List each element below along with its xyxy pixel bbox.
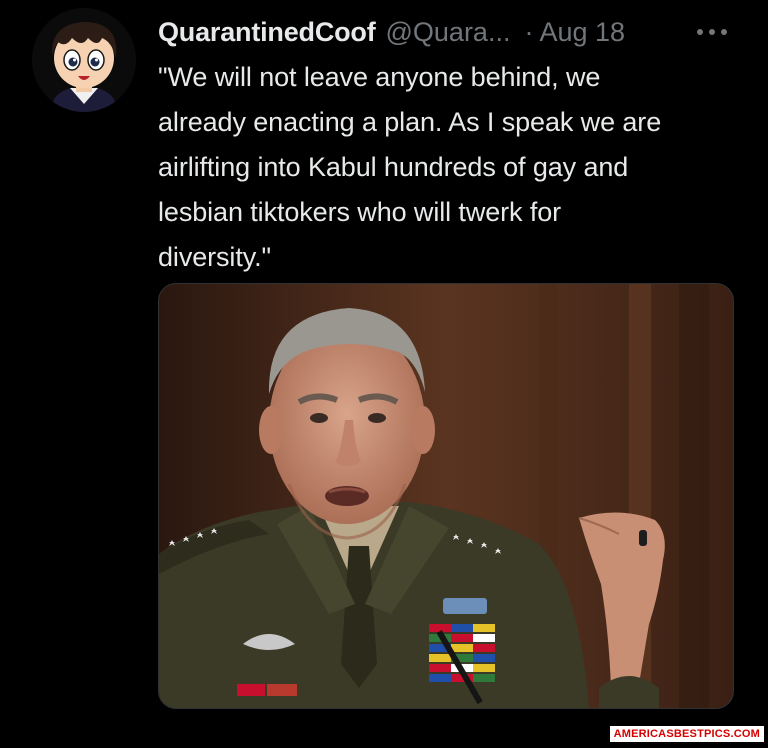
photo-military-officer: [159, 284, 733, 708]
tweet-date[interactable]: Aug 18: [539, 17, 625, 48]
watermark: AMERICASBESTPICS.COM: [609, 726, 764, 742]
more-options-button[interactable]: [690, 18, 734, 46]
avatar[interactable]: [32, 8, 136, 112]
anime-character-avatar: [32, 8, 136, 112]
tweet-header: QuarantinedCoof @Quara... · Aug 18: [158, 12, 625, 52]
user-handle[interactable]: @Quara...: [386, 17, 511, 48]
tweet-text: "We will not leave anyone behind, we alr…: [158, 62, 662, 272]
more-horizontal-icon: [697, 29, 727, 35]
display-name[interactable]: QuarantinedCoof: [158, 17, 376, 48]
separator-dot: ·: [524, 16, 534, 47]
tweet: QuarantinedCoof @Quara... · Aug 18 "We w…: [0, 0, 768, 748]
tweet-media-image[interactable]: [158, 283, 734, 709]
